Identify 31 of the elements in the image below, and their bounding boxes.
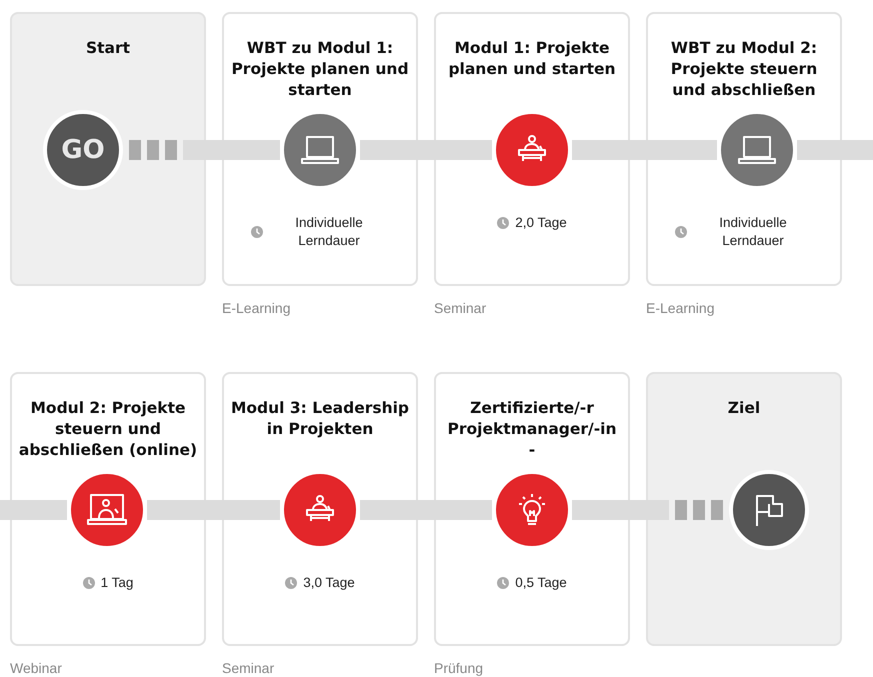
step-title: WBT zu Modul 2: Projekte steuern und abschließen	[670, 38, 818, 101]
clock-icon	[82, 577, 95, 589]
course-type-label: E-Learning	[646, 299, 716, 317]
clock-icon	[285, 577, 298, 589]
course-type-label: Seminar	[222, 659, 276, 677]
duration-text: 2,0 Tage	[515, 214, 567, 232]
duration-text: 3,0 Tage	[303, 574, 355, 592]
laptop-icon	[736, 134, 776, 166]
duration-text: 0,5 Tage	[515, 574, 567, 592]
step-title: Zertifizierte/-r Projektmanager/-in -	[446, 398, 618, 461]
course-type-label: Prüfung	[434, 659, 484, 677]
go-badge: GO	[43, 110, 123, 190]
course-type-label: E-Learning	[222, 299, 292, 317]
step-title: Start	[84, 38, 132, 59]
course-type-label: Webinar	[10, 659, 63, 677]
duration-text: 1 Tag	[100, 574, 134, 592]
step-title: Modul 1: Projekte planen und starten	[447, 38, 617, 80]
clock-icon	[251, 226, 263, 238]
lightbulb-icon	[517, 493, 547, 527]
laptop-icon	[300, 134, 340, 166]
clock-icon	[497, 577, 510, 589]
step-title: Modul 3: Leadership in Projekten	[230, 398, 410, 440]
step-title: WBT zu Modul 1: Projekte planen und starten	[230, 38, 410, 101]
step-title: Ziel	[726, 398, 762, 419]
duration-text: Individuelle Lerndauer	[718, 214, 788, 250]
clock-icon	[675, 226, 687, 238]
video-call-icon	[87, 493, 127, 527]
step-title: Modul 2: Projekte steuern und abschließen (online)	[18, 398, 198, 461]
course-type-label: Seminar	[434, 299, 488, 317]
clock-icon	[497, 217, 510, 229]
duration-text: Individuelle Lerndauer	[294, 214, 364, 250]
